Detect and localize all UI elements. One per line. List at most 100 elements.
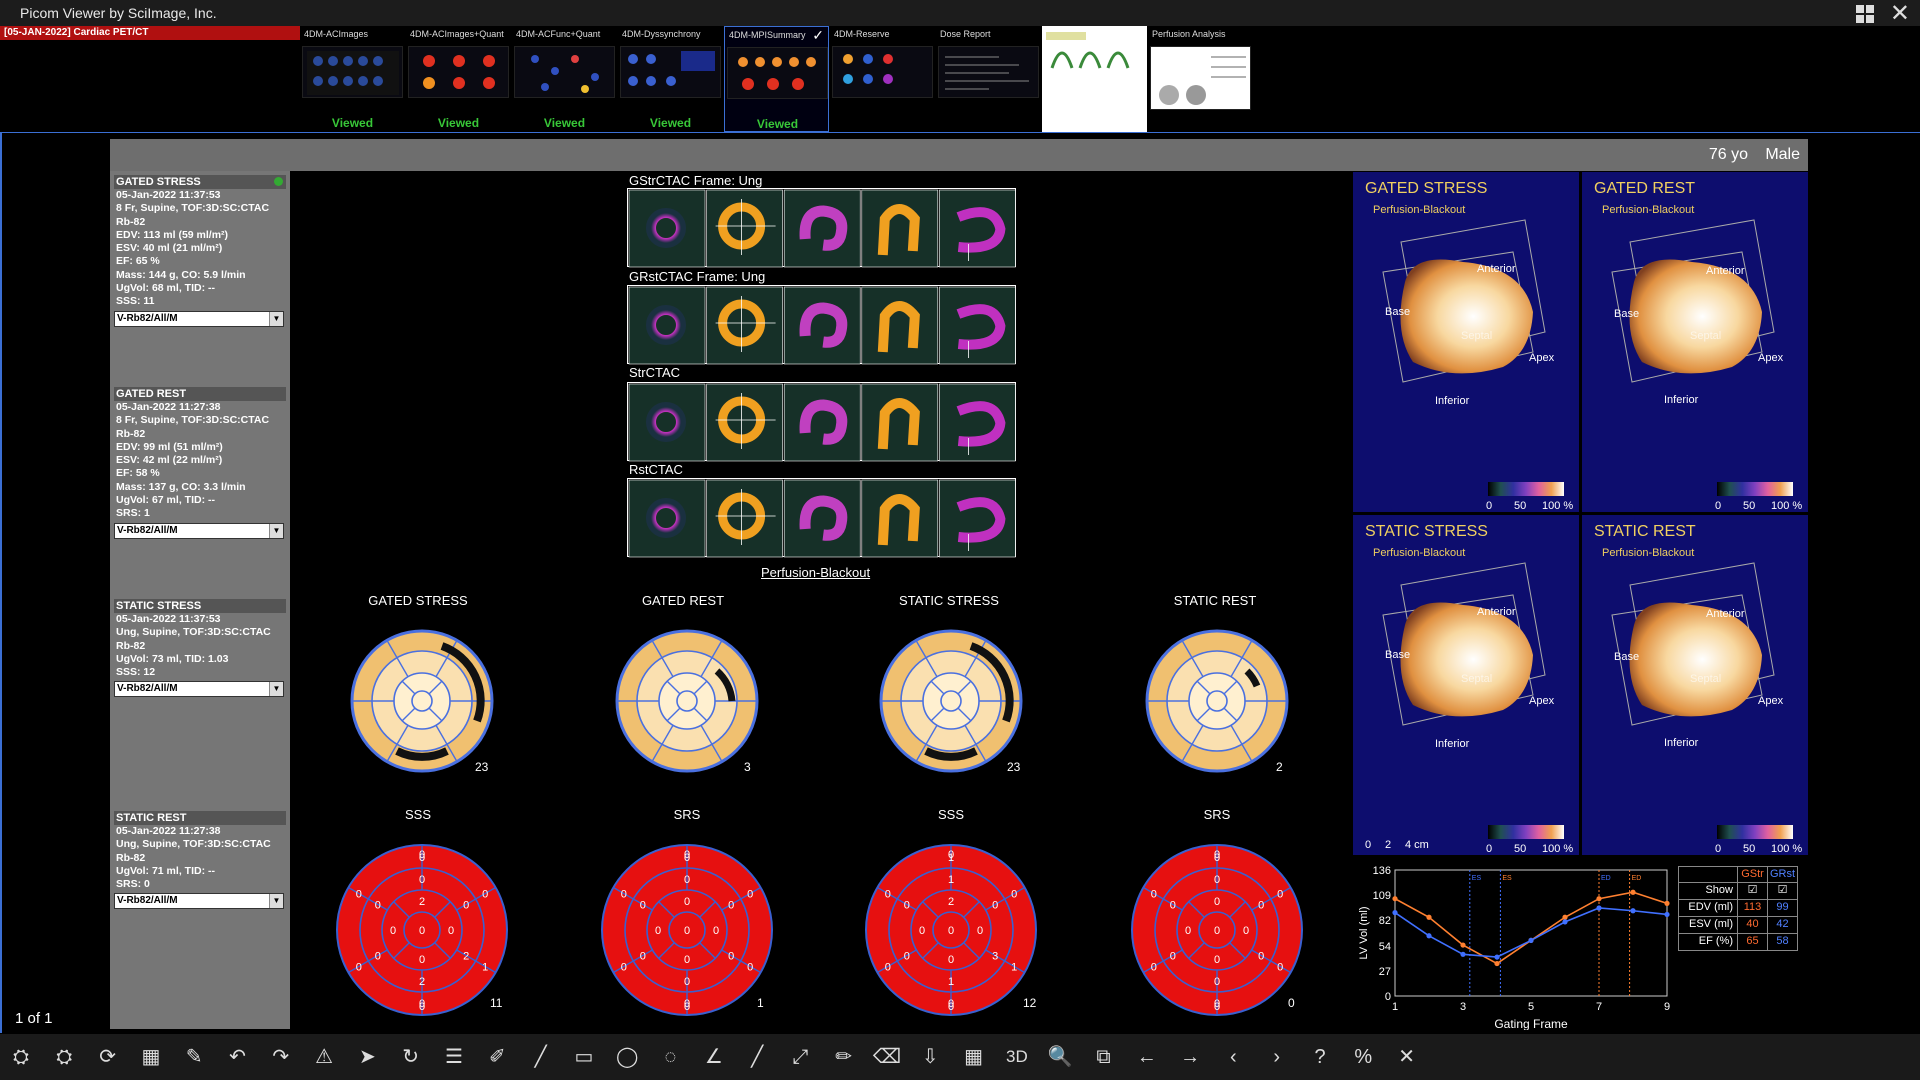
info-line: Ung, Supine, TOF:3D:SC:CTAC <box>116 626 271 639</box>
close-window-icon[interactable]: ✕ <box>1890 0 1910 28</box>
person-group-icon[interactable]: ⛭ <box>47 1042 81 1072</box>
score-label: 0 <box>356 889 362 901</box>
score-label: 1 <box>482 962 488 974</box>
eraser-icon[interactable]: ⌫ <box>870 1042 904 1072</box>
freehand-icon[interactable]: ◌ <box>654 1042 688 1072</box>
slice-image <box>861 383 939 462</box>
rotate-left-icon[interactable]: ↶ <box>221 1042 255 1072</box>
score-total: 0 <box>1288 996 1295 1010</box>
colorbar-label: 0 <box>1486 843 1493 855</box>
colorbar <box>1488 825 1564 839</box>
film-icon[interactable]: ▦ <box>134 1042 168 1072</box>
protocol-select[interactable]: V-Rb82/All/M ▼ <box>114 522 284 539</box>
zoom-icon[interactable]: 🔍 <box>1043 1042 1077 1072</box>
slice-strip-static-stress[interactable] <box>627 382 1016 462</box>
info-line: UgVol: 68 ml, TID: -- <box>116 282 215 295</box>
polar-score: 2 <box>1276 760 1283 774</box>
thumbnail-image <box>832 46 933 98</box>
pencil-icon[interactable]: ✏ <box>827 1042 861 1072</box>
grid-view-icon[interactable] <box>1856 3 1876 23</box>
3d-icon[interactable]: 3D <box>1000 1042 1034 1072</box>
info-title: GATED REST <box>114 387 286 401</box>
table-row: EF (%) 65 58 <box>1678 934 1798 951</box>
show-gstr-checkbox[interactable]: ☑ <box>1737 883 1767 899</box>
3d-view-gated-stress[interactable]: GATED STRESS Perfusion-Blackout Anterior… <box>1353 172 1579 512</box>
angle-icon[interactable]: ∠ <box>697 1042 731 1072</box>
colorbar-label: 50 <box>1743 500 1756 512</box>
prev-icon[interactable]: ‹ <box>1216 1042 1250 1072</box>
download-icon[interactable] <box>262 176 284 188</box>
score-label: 0 <box>448 925 454 937</box>
thumbnail-4dm-mpisummary[interactable]: 4DM-MPISummary ✓ Viewed <box>724 26 829 132</box>
export-icon[interactable]: ⇩ <box>913 1042 947 1072</box>
3d-view-gated-rest[interactable]: GATED REST Perfusion-Blackout Anterior B… <box>1582 172 1808 512</box>
score-label: 0 <box>1214 896 1220 908</box>
thumbnail-4dm-acfunc-quant[interactable]: 4DM-ACFunc+Quant Viewed <box>512 26 617 132</box>
slice-strip-gated-stress[interactable] <box>627 188 1016 268</box>
3d-view-static-stress[interactable]: STATIC STRESS Perfusion-Blackout Anterio… <box>1353 515 1579 855</box>
protocol-select[interactable]: V-Rb82/All/M ▼ <box>114 893 284 910</box>
info-title: STATIC STRESS <box>114 599 286 613</box>
info-line: Mass: 137 g, CO: 3.3 l/min <box>116 480 246 493</box>
show-grst-checkbox[interactable]: ☑ <box>1767 883 1797 899</box>
study-label[interactable]: [05-JAN-2022] Cardiac PET/CT <box>0 26 300 40</box>
lv-volume-graph[interactable]: 0 27 54 82 109 136 1 3 5 7 9 Gating Frame LV Vol (ml… <box>1353 860 1675 1030</box>
thumbnail-4dm-dyssynchrony[interactable]: 4DM-Dyssynchrony Viewed <box>618 26 723 132</box>
score-label: 0 <box>1151 889 1157 901</box>
thumbnail-wall-motion[interactable] <box>1042 26 1147 132</box>
info-line: 8 Fr, Supine, TOF:3D:SC:CTAC <box>116 202 270 215</box>
list-icon[interactable]: ☰ <box>437 1042 471 1072</box>
ellipse-icon[interactable]: ◯ <box>610 1042 644 1072</box>
orientation-label: Septal <box>1690 330 1722 342</box>
measure-icon[interactable]: ╱ <box>740 1042 774 1072</box>
data-point <box>1664 900 1670 906</box>
polar-score: 3 <box>744 760 751 774</box>
score-label: 0 <box>977 925 983 937</box>
score-label: 0 <box>684 874 690 886</box>
thumbnail-4dm-reserve[interactable]: 4DM-Reserve <box>830 26 935 132</box>
layout-icon[interactable]: ▦ <box>957 1042 991 1072</box>
external-icon[interactable]: ⧉ <box>1087 1042 1121 1072</box>
back-icon[interactable]: ← <box>1130 1042 1164 1072</box>
arrow-measure-icon[interactable]: ⤢ <box>783 1042 817 1072</box>
protocol-select[interactable]: V-Rb82/All/M ▼ <box>114 310 284 327</box>
rectangle-icon[interactable]: ▭ <box>567 1042 601 1072</box>
thumbnail-dose-report[interactable]: Dose Report <box>936 26 1041 132</box>
thumbnail-4dm-acimages-quant[interactable]: 4DM-ACImages+Quant Viewed <box>406 26 511 132</box>
data-point <box>1426 933 1432 939</box>
thumbnail-4dm-acimages[interactable]: 4DM-ACImages Viewed <box>300 26 405 132</box>
slice-strip-gated-rest[interactable] <box>627 285 1016 365</box>
score-label: 0 <box>747 962 753 974</box>
flip-icon[interactable]: ⚠ <box>307 1042 341 1072</box>
patient-bar: 76 yo Male <box>110 139 1808 171</box>
slice-row-label: GRstCTAC Frame: Ung <box>629 269 766 284</box>
line-icon[interactable]: ╱ <box>524 1042 558 1072</box>
forward-icon[interactable]: → <box>1173 1042 1207 1072</box>
score-label: 0 <box>390 925 396 937</box>
help-icon[interactable]: ? <box>1303 1042 1337 1072</box>
person-icon[interactable]: ⛭ <box>4 1042 38 1072</box>
percent-icon[interactable]: % <box>1346 1042 1380 1072</box>
next-icon[interactable]: › <box>1260 1042 1294 1072</box>
ruler-icon[interactable]: ✐ <box>480 1042 514 1072</box>
protocol-select[interactable]: V-Rb82/All/M ▼ <box>114 681 284 698</box>
refresh-icon[interactable]: ⟳ <box>91 1042 125 1072</box>
data-point <box>1460 942 1466 948</box>
perfusion-blackout-link[interactable]: Perfusion-Blackout <box>761 565 870 580</box>
rotate-icon[interactable]: ↻ <box>394 1042 428 1072</box>
send-icon[interactable]: ➤ <box>350 1042 384 1072</box>
plot-area <box>1394 869 1668 997</box>
y-tick-label: 82 <box>1379 915 1391 927</box>
info-gated-rest: GATED REST 05-Jan-2022 11:27:38 8 Fr, Su… <box>114 387 286 539</box>
close-icon[interactable]: ✕ <box>1390 1042 1424 1072</box>
slice-strip-static-rest[interactable] <box>627 478 1016 558</box>
score-label: 0 <box>684 849 690 861</box>
score-label: 0 <box>684 896 690 908</box>
rotate-right-icon[interactable]: ↷ <box>264 1042 298 1072</box>
edit-image-icon[interactable]: ✎ <box>177 1042 211 1072</box>
data-point <box>1562 919 1568 925</box>
3d-view-static-rest[interactable]: STATIC REST Perfusion-Blackout Anterior … <box>1582 515 1808 855</box>
table-row: ESV (ml) 40 42 <box>1678 917 1798 934</box>
thumbnail-perfusion-analysis[interactable]: Perfusion Analysis <box>1148 26 1253 132</box>
score-label: 0 <box>1214 874 1220 886</box>
